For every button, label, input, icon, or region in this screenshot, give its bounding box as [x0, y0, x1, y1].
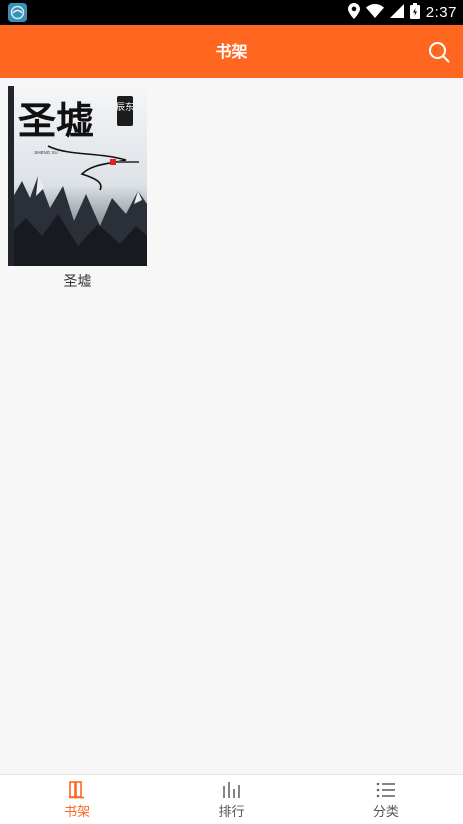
search-button[interactable] — [425, 38, 453, 66]
nav-label-bookshelf: 书架 — [64, 804, 91, 820]
bookshelf-grid: 辰东 圣墟 SHENG XU 圣墟 — [0, 78, 463, 774]
search-icon — [429, 42, 450, 63]
wifi-icon — [365, 3, 384, 22]
book-title: 圣墟 — [63, 274, 92, 290]
status-time: 2:37 — [425, 4, 457, 21]
nav-item-bookshelf[interactable]: 书架 — [0, 775, 154, 824]
nav-item-ranking[interactable]: 排行 — [154, 775, 308, 824]
location-icon — [347, 2, 360, 23]
cover-author-text: 辰东 — [116, 101, 134, 113]
page-title: 书架 — [215, 42, 248, 61]
app-bar: 书架 — [0, 25, 463, 78]
book-card[interactable]: 辰东 圣墟 SHENG XU 圣墟 — [8, 86, 147, 291]
app-notification-icon — [8, 3, 27, 22]
nav-item-category[interactable]: 分类 — [309, 775, 463, 824]
category-list-icon — [376, 782, 395, 797]
cover-pinyin-text: SHENG XU — [34, 150, 58, 155]
nav-label-ranking: 排行 — [218, 804, 245, 820]
signal-icon — [389, 3, 404, 22]
ranking-bars-icon — [223, 781, 241, 798]
bookshelf-icon — [69, 780, 85, 798]
cover-title-text: 圣墟 — [18, 98, 94, 143]
bottom-navigation: 书架 排行 分类 — [0, 774, 463, 824]
book-cover[interactable]: 辰东 圣墟 SHENG XU — [8, 86, 147, 266]
nav-label-category: 分类 — [372, 804, 399, 820]
battery-icon — [409, 2, 420, 23]
status-bar: 2:37 — [0, 0, 463, 25]
